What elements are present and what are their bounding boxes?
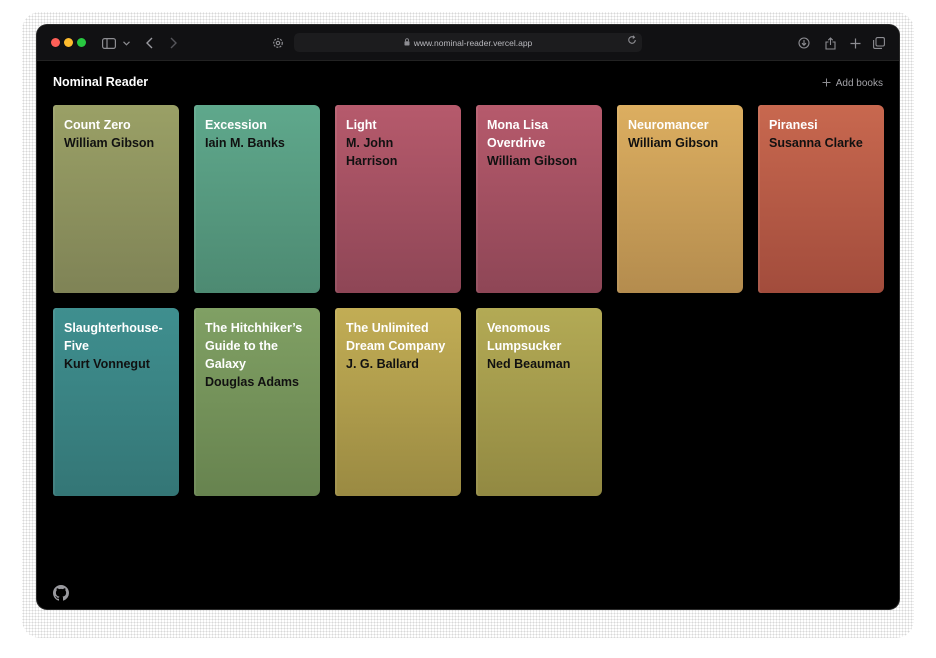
book-title: Light [346, 118, 377, 132]
browser-toolbar: www.nominal-reader.vercel.app [37, 25, 899, 61]
book-author: Kurt Vonnegut [64, 357, 150, 371]
book-title: Piranesi [769, 118, 818, 132]
book-title: Neuromancer [628, 118, 709, 132]
book-title: Count Zero [64, 118, 131, 132]
book-card[interactable]: Count Zero William Gibson [53, 105, 179, 293]
close-window-button[interactable] [51, 38, 60, 47]
book-author: Ned Beauman [487, 357, 571, 371]
forward-icon[interactable] [167, 34, 179, 52]
book-card[interactable]: The Hitchhiker’s Guide to the Galaxy Doug… [194, 308, 320, 496]
book-card[interactable]: Excession Iain M. Banks [194, 105, 320, 293]
sidebar-icon[interactable] [101, 34, 117, 52]
book-card[interactable]: Slaughterhouse-Five Kurt Vonnegut [53, 308, 179, 496]
book-title: Excession [205, 118, 267, 132]
book-author: William Gibson [64, 136, 155, 150]
reload-icon[interactable] [627, 35, 637, 48]
book-card[interactable]: Light M. John Harrison [335, 105, 461, 293]
chevron-down-icon[interactable] [121, 34, 131, 52]
zoom-window-button[interactable] [77, 38, 86, 47]
book-author: J. G. Ballard [346, 357, 419, 371]
lock-icon [404, 37, 410, 48]
book-card[interactable]: Neuromancer William Gibson [617, 105, 743, 293]
book-author: Iain M. Banks [205, 136, 285, 150]
book-card[interactable]: Venomous Lumpsucker Ned Beauman [476, 308, 602, 496]
book-card[interactable]: The Unlimited Dream Company J. G. Ballard [335, 308, 461, 496]
book-card[interactable]: Mona Lisa Overdrive William Gibson [476, 105, 602, 293]
book-title: Venomous Lumpsucker [487, 321, 562, 353]
book-author: William Gibson [487, 154, 578, 168]
book-title: Mona Lisa Overdrive [487, 118, 549, 150]
address-bar[interactable]: www.nominal-reader.vercel.app [294, 33, 642, 52]
plus-icon [822, 76, 831, 90]
share-icon[interactable] [823, 34, 837, 52]
browser-window: www.nominal-reader.vercel.app Nominal Re… [37, 25, 899, 609]
new-tab-icon[interactable] [848, 34, 862, 52]
tabs-overview-icon[interactable] [872, 34, 886, 52]
book-title: The Unlimited Dream Company [346, 321, 446, 353]
settings-icon[interactable] [271, 34, 285, 52]
github-icon[interactable] [53, 585, 69, 601]
book-card[interactable]: Piranesi Susanna Clarke [758, 105, 884, 293]
download-icon[interactable] [797, 34, 811, 52]
book-grid: Count Zero William Gibson Excession Iain M… [53, 105, 884, 496]
add-books-label: Add books [835, 77, 883, 89]
minimize-window-button[interactable] [64, 38, 73, 47]
add-books-button[interactable]: Add books [822, 76, 883, 90]
book-author: William Gibson [628, 136, 719, 150]
book-title: Slaughterhouse-Five [64, 321, 163, 353]
book-author: Douglas Adams [205, 375, 300, 389]
book-author: Susanna Clarke [769, 136, 863, 150]
page-content: Nominal Reader Add books Count Zero Willi… [37, 61, 899, 609]
book-author: M. John Harrison [346, 136, 398, 168]
back-icon[interactable] [143, 34, 155, 52]
page-title: Nominal Reader [53, 75, 149, 89]
url-text: www.nominal-reader.vercel.app [413, 37, 533, 48]
book-title: The Hitchhiker’s Guide to the Galaxy [205, 321, 303, 371]
